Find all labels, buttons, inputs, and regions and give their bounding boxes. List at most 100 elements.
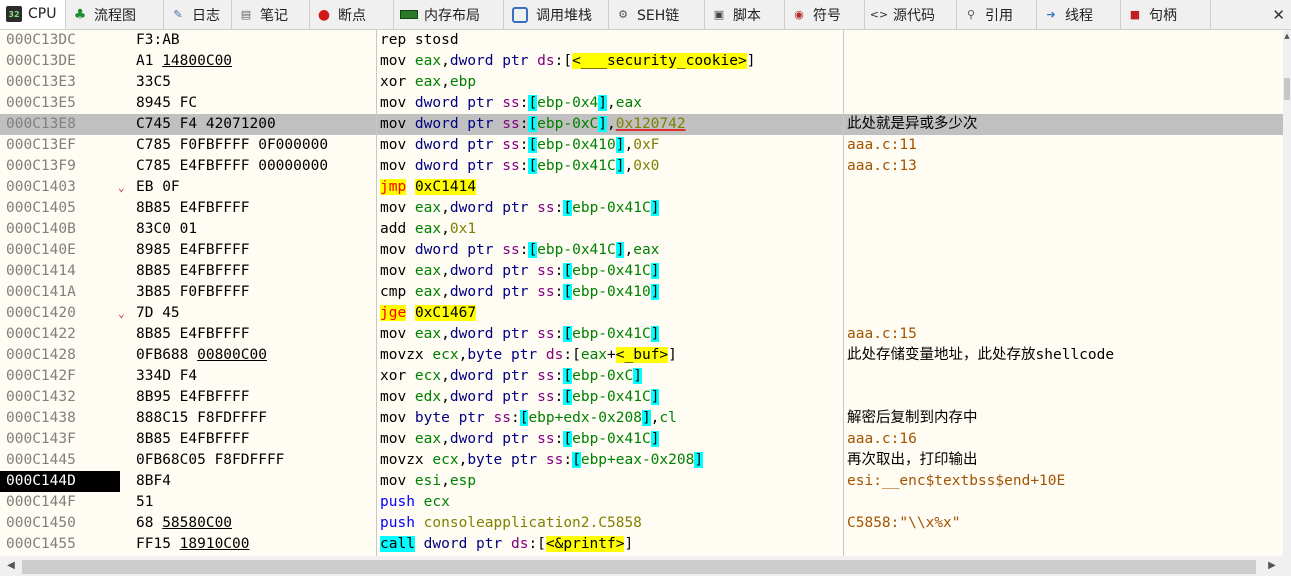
vertical-scrollbar[interactable] <box>1283 30 1291 576</box>
instruction-address[interactable]: 000C1420 <box>6 303 116 324</box>
instruction-address[interactable]: 000C1450 <box>6 513 116 534</box>
disasm-row[interactable]: 000C13E8 C745 F4 42071200 mov dword ptr ss… <box>0 114 1283 135</box>
disasm-row[interactable]: 000C1438 888C15 F8FDFFFF mov byte ptr ss:[… <box>0 408 1283 429</box>
disasm-row[interactable]: 000C13DC F3:AB rep stosd <box>0 30 1283 51</box>
comment[interactable]: C5858:"\\x%x" <box>847 513 1287 534</box>
vertical-scroll-thumb[interactable] <box>1284 78 1290 100</box>
comment[interactable]: aaa.c:13 <box>847 156 1287 177</box>
comment[interactable]: aaa.c:15 <box>847 324 1287 345</box>
bytes-address[interactable]: 00800C00 <box>197 347 267 363</box>
instruction-address[interactable]: 000C13DC <box>6 30 116 51</box>
instruction-text[interactable]: mov eax,dword ptr ds:[<___security_cooki… <box>380 51 840 72</box>
instruction-text[interactable]: mov dword ptr ss:[ebp-0x41C],0x0 <box>380 156 840 177</box>
instruction-address[interactable]: 000C13E3 <box>6 72 116 93</box>
tab-symbols[interactable]: ◉ 符号 <box>785 0 865 29</box>
instruction-text[interactable]: mov edx,dword ptr ss:[ebp-0x41C] <box>380 387 840 408</box>
instruction-text[interactable]: movzx ecx,byte ptr ds:[eax+<_buf>] <box>380 345 840 366</box>
bytes-address[interactable]: 18910C00 <box>180 536 250 552</box>
disasm-row[interactable]: 000C140B 83C0 01 add eax,0x1 <box>0 219 1283 240</box>
instruction-address[interactable]: 000C1455 <box>6 534 116 555</box>
comment[interactable]: 此处就是异或多少次 <box>847 114 1287 135</box>
instruction-address[interactable]: 000C1438 <box>6 408 116 429</box>
instruction-address[interactable]: 000C13F9 <box>6 156 116 177</box>
comment[interactable]: esi:__enc$textbss$end+10E <box>847 471 1287 492</box>
instruction-text[interactable]: jmp 0xC1414 <box>380 177 840 198</box>
disasm-row[interactable]: 000C1403 ⌄ EB 0F jmp 0xC1414 <box>0 177 1283 198</box>
disasm-row[interactable]: 000C143F 8B85 E4FBFFFF mov eax,dword ptr s… <box>0 429 1283 450</box>
disasm-row[interactable]: 000C13E5 8945 FC mov dword ptr ss:[ebp-0x4… <box>0 93 1283 114</box>
tab-memory-map[interactable]: 内存布局 <box>394 0 504 29</box>
instruction-text[interactable]: mov eax,dword ptr ss:[ebp-0x41C] <box>380 429 840 450</box>
instruction-address[interactable]: 000C142F <box>6 366 116 387</box>
tab-log[interactable]: ✎ 日志 <box>164 0 232 29</box>
disasm-row[interactable]: 000C13F9 C785 E4FBFFFF 00000000 mov dword … <box>0 156 1283 177</box>
disasm-row[interactable]: 000C1445 0FB68C05 F8FDFFFF movzx ecx,byte … <box>0 450 1283 471</box>
instruction-address[interactable]: 000C13E8 <box>6 114 116 135</box>
bytes-address[interactable]: 58580C00 <box>162 515 232 531</box>
instruction-address[interactable]: 000C1445 <box>6 450 116 471</box>
instruction-text[interactable]: movzx ecx,byte ptr ss:[ebp+eax-0x208] <box>380 450 840 471</box>
disasm-row[interactable]: 000C1405 8B85 E4FBFFFF mov eax,dword ptr s… <box>0 198 1283 219</box>
instruction-address[interactable]: 000C1432 <box>6 387 116 408</box>
disasm-row[interactable]: 000C1422 8B85 E4FBFFFF mov eax,dword ptr s… <box>0 324 1283 345</box>
disasm-row[interactable]: 000C1432 8B95 E4FBFFFF mov edx,dword ptr s… <box>0 387 1283 408</box>
tab-threads[interactable]: ➔ 线程 <box>1037 0 1121 29</box>
instruction-address[interactable]: 000C140B <box>6 219 116 240</box>
instruction-address[interactable]: 000C143F <box>6 429 116 450</box>
instruction-text[interactable]: rep stosd <box>380 30 840 51</box>
instruction-address[interactable]: 000C13DE <box>6 51 116 72</box>
instruction-text[interactable]: jge 0xC1467 <box>380 303 840 324</box>
disasm-row[interactable]: 000C13DE A1 14800C00 mov eax,dword ptr ds:… <box>0 51 1283 72</box>
disassembly-view[interactable]: 000C13DC F3:AB rep stosd 000C13DE A1 14800C0… <box>0 30 1283 556</box>
current-instruction-address[interactable]: 000C144D <box>0 471 120 492</box>
tab-seh-chain[interactable]: ⚙ SEH链 <box>609 0 705 29</box>
instruction-text[interactable]: xor eax,ebp <box>380 72 840 93</box>
instruction-text[interactable]: push consoleapplication2.C5858 <box>380 513 840 534</box>
tab-cpu[interactable]: 32 CPU <box>0 0 66 29</box>
comment[interactable]: aaa.c:11 <box>847 135 1287 156</box>
instruction-text[interactable]: mov dword ptr ss:[ebp-0x4],eax <box>380 93 840 114</box>
bytes-address[interactable]: 14800C00 <box>162 53 232 69</box>
disasm-row[interactable]: 000C140E 8985 E4FBFFFF mov dword ptr ss:[e… <box>0 240 1283 261</box>
comment[interactable]: 再次取出，打印输出 <box>847 450 1287 471</box>
disasm-row[interactable]: 000C144D 8BF4 mov esi,esp esi:__enc$textbss… <box>0 471 1283 492</box>
instruction-address[interactable]: 000C1403 <box>6 177 116 198</box>
disasm-row[interactable]: 000C1414 8B85 E4FBFFFF mov eax,dword ptr s… <box>0 261 1283 282</box>
instruction-address[interactable]: 000C140E <box>6 240 116 261</box>
instruction-text[interactable]: call dword ptr ds:[<&printf>] <box>380 534 840 555</box>
instruction-text[interactable]: mov eax,dword ptr ss:[ebp-0x41C] <box>380 261 840 282</box>
instruction-address[interactable]: 000C1428 <box>6 345 116 366</box>
tab-handles[interactable]: ■ 句柄 <box>1121 0 1211 29</box>
instruction-address[interactable]: 000C13EF <box>6 135 116 156</box>
tab-breakpoint[interactable]: ● 断点 <box>310 0 394 29</box>
instruction-text[interactable]: mov eax,dword ptr ss:[ebp-0x41C] <box>380 324 840 345</box>
horizontal-scroll-thumb[interactable] <box>22 560 1256 574</box>
disasm-row[interactable]: 000C13EF C785 F0FBFFFF 0F000000 mov dword … <box>0 135 1283 156</box>
scroll-left-arrow-icon[interactable]: ◀ <box>4 558 18 574</box>
instruction-text[interactable]: mov esi,esp <box>380 471 840 492</box>
instruction-address[interactable]: 000C1405 <box>6 198 116 219</box>
instruction-address[interactable]: 000C1414 <box>6 261 116 282</box>
instruction-address[interactable]: 000C141A <box>6 282 116 303</box>
tab-flow-graph[interactable]: ♣ 流程图 <box>66 0 164 29</box>
comment[interactable]: aaa.c:16 <box>847 429 1287 450</box>
scroll-right-arrow-icon[interactable]: ▶ <box>1265 558 1279 574</box>
disasm-row[interactable]: 000C144F 51 push ecx <box>0 492 1283 513</box>
disasm-row[interactable]: 000C13E3 33C5 xor eax,ebp <box>0 72 1283 93</box>
instruction-text[interactable]: mov byte ptr ss:[ebp+edx-0x208],cl <box>380 408 840 429</box>
comment[interactable]: 此处存储变量地址，此处存放shellcode <box>847 345 1287 366</box>
disasm-row[interactable]: 000C142F 334D F4 xor ecx,dword ptr ss:[ebp… <box>0 366 1283 387</box>
instruction-address[interactable]: 000C13E5 <box>6 93 116 114</box>
disasm-row[interactable]: 000C1420 ⌄ 7D 45 jge 0xC1467 <box>0 303 1283 324</box>
tab-references[interactable]: ⚲ 引用 <box>957 0 1037 29</box>
instruction-text[interactable]: add eax,0x1 <box>380 219 840 240</box>
disasm-row[interactable]: 000C141A 3B85 F0FBFFFF cmp eax,dword ptr s… <box>0 282 1283 303</box>
instruction-text[interactable]: mov dword ptr ss:[ebp-0x41C],eax <box>380 240 840 261</box>
instruction-address[interactable]: 000C144F <box>6 492 116 513</box>
instruction-text[interactable]: push ecx <box>380 492 840 513</box>
tab-source[interactable]: <> 源代码 <box>865 0 957 29</box>
comment[interactable]: 解密后复制到内存中 <box>847 408 1287 429</box>
instruction-text[interactable]: mov dword ptr ss:[ebp-0xC],0x120742 <box>380 114 840 135</box>
tab-call-stack[interactable]: 调用堆栈 <box>504 0 609 29</box>
instruction-text[interactable]: mov eax,dword ptr ss:[ebp-0x41C] <box>380 198 840 219</box>
